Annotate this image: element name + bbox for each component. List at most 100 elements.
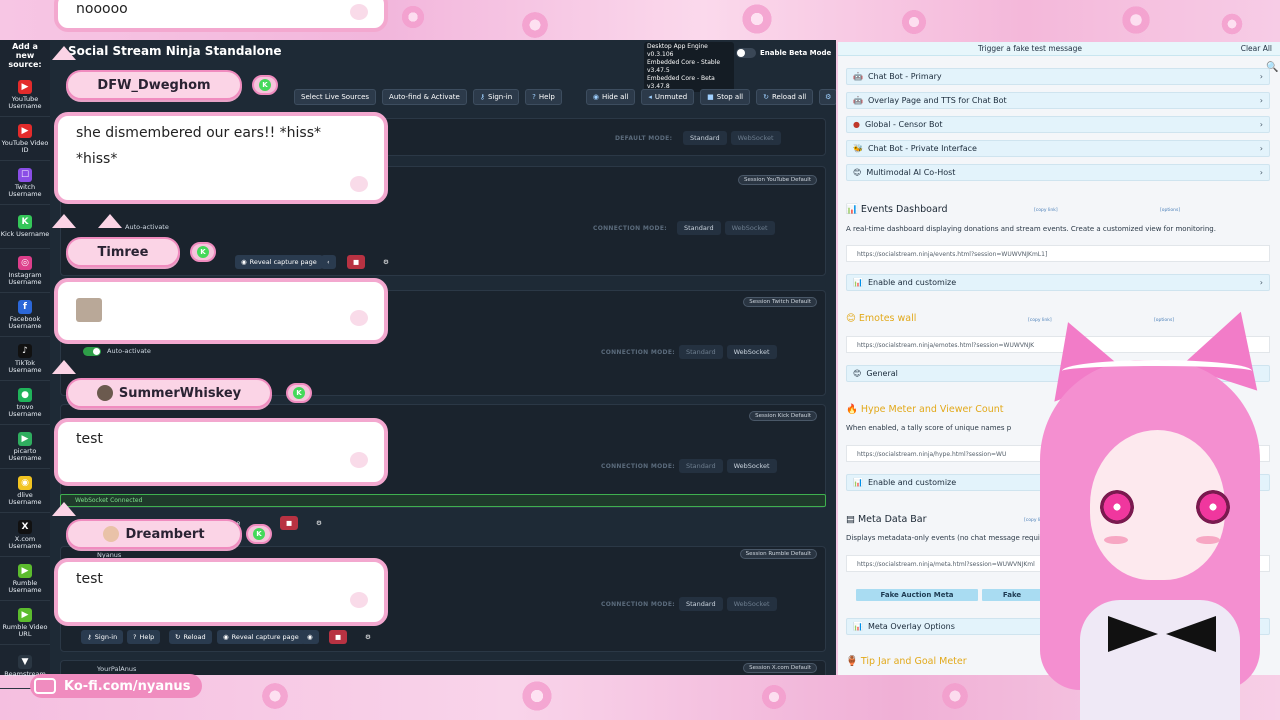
help-button[interactable]: ? Help [525,89,562,105]
chat-message-text: test [76,431,103,447]
mode-websocket[interactable]: WebSocket [726,459,777,473]
stop-button[interactable]: ■ [329,630,348,644]
session-settings-button[interactable]: ⚙ [359,630,377,644]
reveal-capture-button[interactable]: ◉ Reveal capture page [235,255,323,269]
source-item[interactable]: ● trovo Username [0,381,50,425]
mode-label: CONNECTION MODE: [601,463,675,470]
help-button[interactable]: ? Help [127,630,161,644]
session-badge: Session X.com Default [743,663,817,673]
mode-selector[interactable]: Standard WebSocket [679,459,777,473]
stop-all-button[interactable]: ■ Stop all [700,89,751,105]
source-item[interactable]: ▶ YouTube Username [0,73,50,117]
stop-button[interactable]: ■ [347,255,366,269]
mode-selector[interactable]: Standard WebSocket [679,597,777,611]
source-label: Rumble Video URL [2,622,48,638]
chat-username: Dreambert [125,526,205,542]
source-label: Facebook Username [8,314,42,330]
mode-websocket[interactable]: WebSocket [724,221,775,235]
mode-selector[interactable]: Standard WebSocket [683,131,781,145]
hype-meter-title: 🔥 Hype Meter and Viewer Count [846,404,1003,415]
mode-standard[interactable]: Standard [679,459,723,473]
avatar-collar [1080,600,1240,720]
unmuted-button[interactable]: ◂ Unmuted [641,89,695,105]
reload-button[interactable]: ↻ Reload [169,630,212,644]
select-live-sources-button[interactable]: Select Live Sources [294,89,377,105]
source-icon: ♪ [18,343,32,358]
back-button[interactable]: ‹ [321,255,336,269]
options-link[interactable]: [options] [1160,208,1180,213]
ai-cohost-bar[interactable]: 😊 Multimodal AI Co-Host › [846,164,1270,181]
hide-button[interactable]: ◉ [301,630,319,644]
stop-icon: ■ [335,633,342,641]
autofind-activate-button[interactable]: Auto-find & Activate [382,89,467,105]
reveal-capture-button[interactable]: ◉ Reveal capture page [217,630,305,644]
mode-standard[interactable]: Standard [679,345,723,359]
button-label: Reveal capture page [231,633,299,641]
bubble-pointer [98,214,122,228]
session-settings-button[interactable]: ⚙ [377,255,395,269]
source-item[interactable]: ▶ Rumble Username [0,557,50,601]
clear-all-button[interactable]: Clear All [1241,44,1272,53]
bow-tie [1108,616,1158,652]
kofi-link[interactable]: Ko-fi.com/nyanus [30,674,203,698]
kick-badge: K [252,75,278,95]
mode-standard[interactable]: Standard [677,221,721,235]
source-item[interactable]: ▶ YouTube Video ID [0,117,50,161]
paw-icon [350,4,368,20]
toggle-switch[interactable] [736,48,756,58]
bar-label: Overlay Page and TTS for Chat Bot [867,96,1007,105]
overlay-tts-bar[interactable]: 🤖 Overlay Page and TTS for Chat Bot › [846,92,1270,109]
session-badge: Session Kick Default [749,411,817,421]
stop-button[interactable]: ■ [280,516,299,530]
mode-standard[interactable]: Standard [683,131,727,145]
fake-auction-meta-button[interactable]: Fake Auction Meta [856,589,978,601]
events-url[interactable]: https://socialstream.ninja/events.html?s… [846,245,1270,262]
kick-icon: K [253,528,265,540]
settings-button[interactable]: ⚙ [819,89,836,105]
chevron-right-icon: › [1259,278,1263,287]
source-item[interactable]: ▶ picarto Username [0,425,50,469]
source-item[interactable]: X X.com Username [0,513,50,557]
source-item[interactable]: ☐ Twitch Username [0,161,50,205]
events-enable-bar[interactable]: 📊 Enable and customize › [846,274,1270,291]
bar-label: Enable and customize [867,478,957,487]
trigger-fake-message-button[interactable]: Trigger a fake test message [978,44,1082,53]
help-icon: ? [532,93,536,101]
mode-websocket[interactable]: WebSocket [730,131,781,145]
source-item[interactable]: f Facebook Username [0,293,50,337]
hide-all-button[interactable]: ◉ Hide all [585,89,636,105]
source-icon: ◎ [18,255,32,270]
bubble-pointer [52,46,76,60]
source-item[interactable]: ♪ TikTok Username [0,337,50,381]
source-label: trovo Username [8,402,42,418]
mode-selector[interactable]: Standard WebSocket [677,221,775,235]
beta-mode-toggle[interactable]: Enable Beta Mode [736,48,831,58]
search-icon[interactable]: 🔍 [1266,62,1278,73]
source-item[interactable]: ◉ dlive Username [0,469,50,513]
version-line: Desktop App Engine v0.3.106 [647,43,708,58]
kofi-text: Ko-fi.com/nyanus [64,678,191,694]
censor-bot-bar[interactable]: ● Global - Censor Bot › [846,116,1270,133]
signin-button[interactable]: ⚷ Sign-in [81,630,124,644]
private-interface-bar[interactable]: 🐝 Chat Bot - Private Interface › [846,140,1270,157]
mode-websocket[interactable]: WebSocket [726,345,777,359]
source-icon: ▶ [18,607,32,622]
robot-icon: 🤖 [853,96,863,105]
copy-link[interactable]: [copy link] [1034,208,1058,213]
chatbot-primary-bar[interactable]: 🤖 Chat Bot - Primary › [846,68,1270,85]
bar-label: Global - Censor Bot [864,120,943,129]
source-item[interactable]: K Kick Username [0,205,50,249]
source-item[interactable]: ▶ Rumble Video URL [0,601,50,645]
source-label: YouTube Username [8,94,42,110]
source-item[interactable]: ◎ Instagram Username [0,249,50,293]
section-title-text: Hype Meter and Viewer Count [860,404,1004,415]
chat-username-pill: SummerWhiskey [66,378,272,408]
reload-all-button[interactable]: ↻ Reload all [756,89,814,105]
eye-icon: ◉ [307,633,313,641]
mode-standard[interactable]: Standard [679,597,723,611]
mode-websocket[interactable]: WebSocket [726,597,777,611]
auto-activate-toggle[interactable] [83,347,101,356]
mode-selector[interactable]: Standard WebSocket [679,345,777,359]
session-settings-button[interactable]: ⚙ [310,516,328,530]
signin-button[interactable]: ⚷ Sign-in [472,89,520,105]
